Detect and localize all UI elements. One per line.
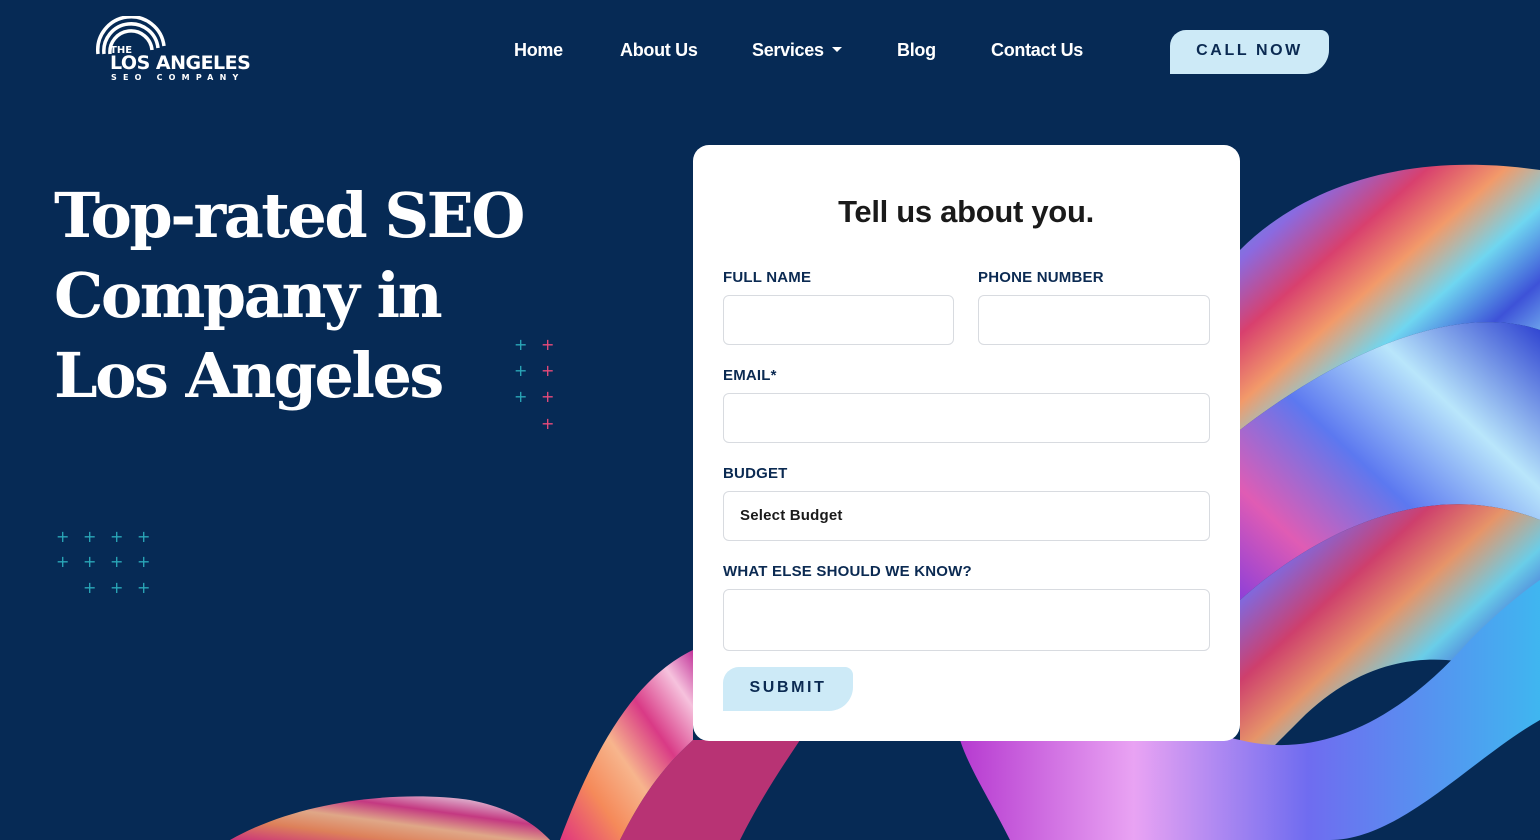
- plus-icon: +: [137, 527, 151, 546]
- budget-select[interactable]: Select Budget: [723, 491, 1210, 541]
- plus-icon: +: [83, 552, 97, 571]
- plus-icon: +: [137, 578, 151, 597]
- plus-icon: +: [56, 527, 70, 546]
- plus-icon: +: [83, 578, 97, 597]
- email-field[interactable]: [723, 393, 1210, 443]
- full-name-field[interactable]: [723, 295, 954, 345]
- phone-number-input[interactable]: [979, 296, 1209, 344]
- hero-title-line-2: Company in: [54, 259, 443, 332]
- nav-services-label: Services: [752, 40, 824, 60]
- phone-number-field[interactable]: [978, 295, 1210, 345]
- nav-contact-link[interactable]: Contact Us: [991, 40, 1083, 61]
- phone-number-label: PHONE NUMBER: [978, 269, 1104, 286]
- plus-icon: +: [541, 361, 555, 380]
- nav-services-dropdown[interactable]: Services: [752, 40, 842, 61]
- submit-button[interactable]: SUBMIT: [723, 667, 853, 711]
- budget-selected-value: Select Budget: [740, 507, 843, 524]
- plus-icon: +: [110, 578, 124, 597]
- plus-icon: +: [56, 552, 70, 571]
- nav-about-link[interactable]: About Us: [620, 40, 698, 61]
- nav-blog-link[interactable]: Blog: [897, 40, 936, 61]
- message-label: WHAT ELSE SHOULD WE KNOW?: [723, 563, 972, 580]
- full-name-input[interactable]: [724, 296, 953, 344]
- plus-icon: +: [514, 361, 528, 380]
- call-now-button[interactable]: CALL NOW: [1170, 30, 1329, 74]
- nav-home-link[interactable]: Home: [514, 40, 563, 61]
- plus-icon: +: [541, 387, 555, 406]
- caret-down-icon: [831, 46, 842, 52]
- plus-icon: +: [83, 527, 97, 546]
- plus-icon: +: [514, 335, 528, 354]
- email-input[interactable]: [724, 394, 1209, 442]
- budget-label: BUDGET: [723, 465, 788, 482]
- message-field[interactable]: [723, 589, 1210, 651]
- plus-icon: +: [137, 552, 151, 571]
- plus-icon: +: [541, 335, 555, 354]
- form-title: Tell us about you.: [838, 194, 1094, 229]
- plus-icon: +: [541, 414, 555, 433]
- plus-icon: +: [110, 552, 124, 571]
- full-name-label: FULL NAME: [723, 269, 812, 286]
- page: THE LOS ANGELES SEO COMPANY Home About U…: [0, 0, 1540, 840]
- logo-sub-text: SEO COMPANY: [111, 73, 245, 82]
- message-textarea[interactable]: [724, 590, 1209, 650]
- plus-icon: +: [514, 387, 528, 406]
- hero-title-line-3: Los Angeles: [54, 339, 444, 412]
- email-label: EMAIL*: [723, 367, 777, 384]
- plus-icon: +: [110, 527, 124, 546]
